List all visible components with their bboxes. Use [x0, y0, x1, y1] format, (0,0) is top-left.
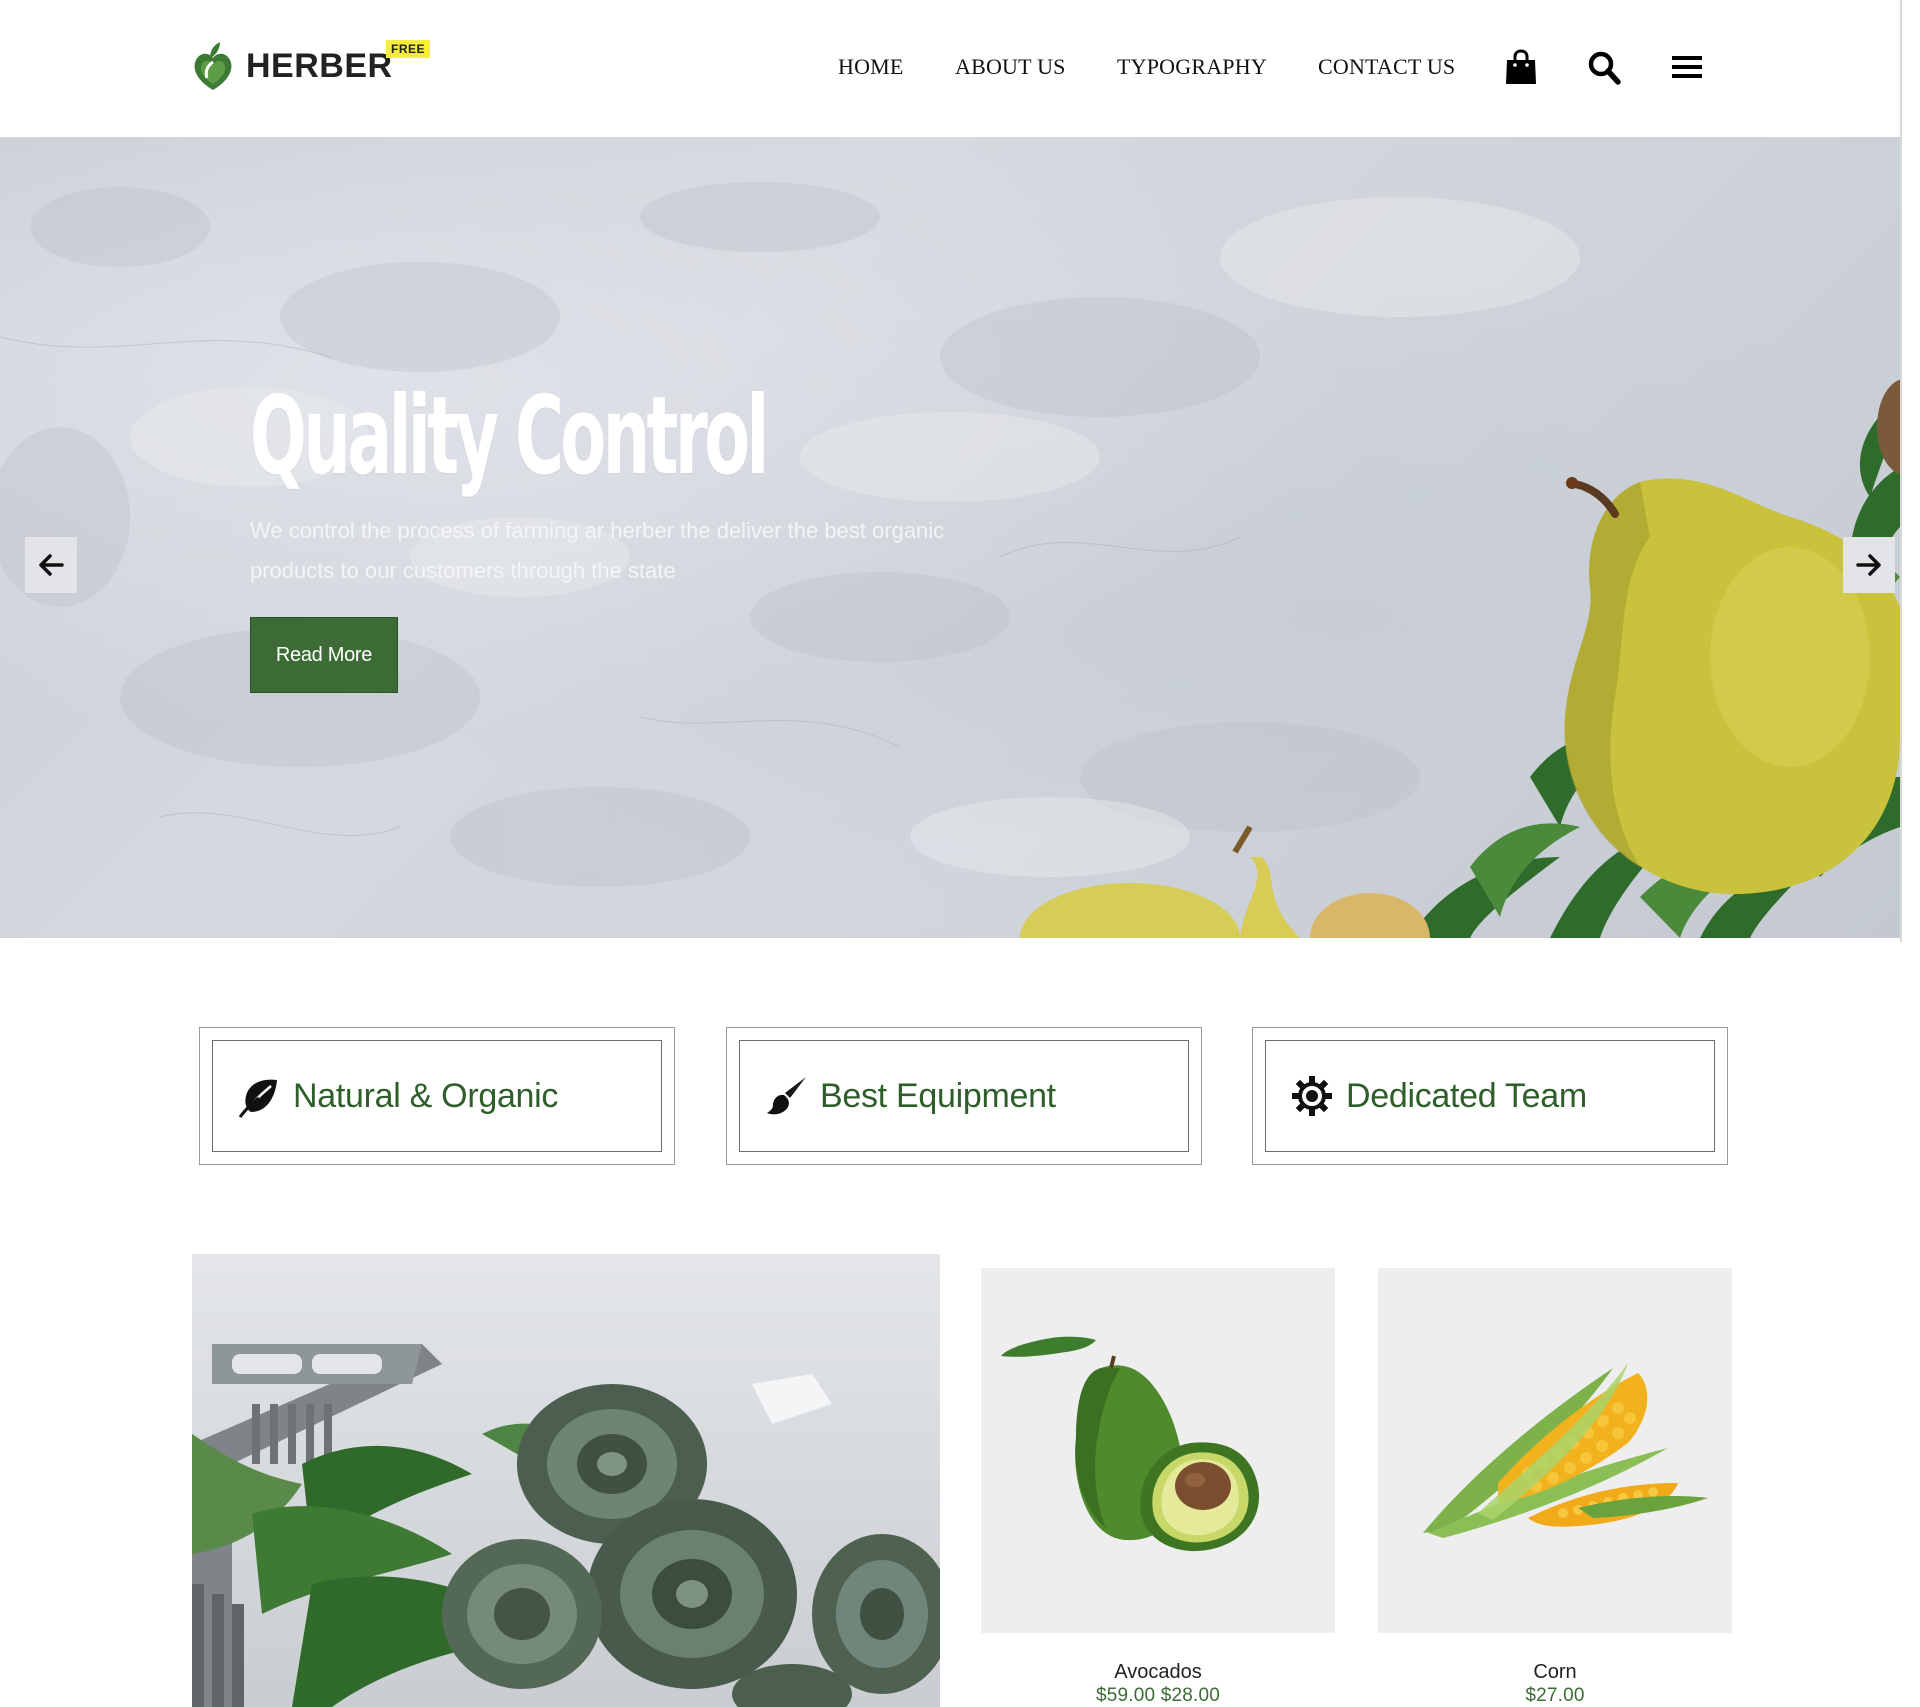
site-header: HERBER FREE HOME ABOUT US TYPOGRAPHY CON…: [0, 0, 1900, 137]
leaf-heart-icon: [194, 42, 232, 90]
menu-icon[interactable]: [1670, 48, 1704, 86]
feature-label: Best Equipment: [820, 1076, 1056, 1115]
artichoke-image: [192, 1344, 940, 1707]
product-name[interactable]: Corn: [1378, 1661, 1732, 1684]
hero-title: Quality Control: [250, 374, 769, 499]
feature-inner: Natural & Organic: [212, 1040, 662, 1152]
artichoke-photo: [192, 1254, 940, 1707]
free-badge: FREE: [386, 40, 431, 58]
product-price: $59.00 $28.00: [1095, 1685, 1221, 1706]
page: HERBER FREE HOME ABOUT US TYPOGRAPHY CON…: [0, 0, 1900, 1707]
feature-label: Dedicated Team: [1346, 1076, 1587, 1115]
read-more-button[interactable]: Read More: [250, 617, 398, 693]
nav-about-us[interactable]: ABOUT US: [955, 54, 1066, 80]
product-card-avocados[interactable]: [981, 1268, 1335, 1633]
shopping-bag-icon[interactable]: [1504, 48, 1538, 86]
feature-inner: Best Equipment: [739, 1040, 1189, 1152]
product-name[interactable]: Avocados: [981, 1661, 1335, 1684]
feature-natural-organic[interactable]: Natural & Organic: [199, 1027, 675, 1165]
nav-contact-us[interactable]: CONTACT US: [1318, 54, 1455, 80]
hero-subtitle: We control the process of farming ar her…: [250, 518, 945, 583]
product-card-corn[interactable]: [1378, 1268, 1732, 1633]
corn-image: [1423, 1363, 1708, 1538]
feature-dedicated-team[interactable]: Dedicated Team: [1252, 1027, 1728, 1165]
logo[interactable]: HERBER FREE: [190, 40, 431, 92]
feature-label: Natural & Organic: [293, 1076, 559, 1115]
slider-prev-button[interactable]: [25, 537, 77, 593]
arrow-right-icon: [1856, 554, 1881, 576]
nav-typography[interactable]: TYPOGRAPHY: [1117, 54, 1267, 80]
hero-slider: Quality Control We control the process o…: [0, 137, 1900, 938]
gear-icon: [1292, 1076, 1332, 1116]
arrow-left-icon: [39, 554, 64, 576]
product-price: $27.00: [1525, 1685, 1585, 1706]
search-icon[interactable]: [1587, 48, 1621, 86]
slider-next-button[interactable]: [1843, 537, 1895, 593]
avocado-image: [1001, 1336, 1260, 1552]
nav-home[interactable]: HOME: [838, 54, 904, 80]
logo-text: HERBER: [246, 47, 393, 85]
brush-icon: [767, 1077, 806, 1115]
feature-best-equipment[interactable]: Best Equipment: [726, 1027, 1202, 1165]
leaf-icon: [238, 1079, 277, 1118]
scrollbar-edge: [1900, 0, 1902, 942]
feature-inner: Dedicated Team: [1265, 1040, 1715, 1152]
